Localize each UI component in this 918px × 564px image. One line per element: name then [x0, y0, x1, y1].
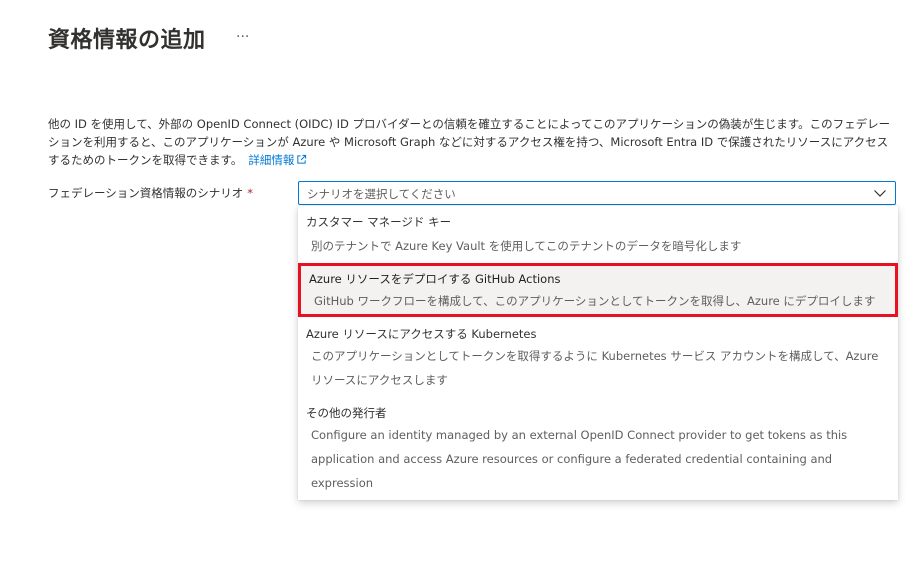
option-title: Azure リソースをデプロイする GitHub Actions	[309, 272, 561, 286]
option-title: その他の発行者	[306, 406, 387, 420]
scenario-dropdown-placeholder: シナリオを選択してください	[307, 187, 456, 201]
scenario-dropdown-list: カスタマー マネージド キー 別のテナントで Azure Key Vault を…	[298, 206, 898, 500]
option-description: このアプリケーションとしてトークンを取得するように Kubernetes サービ…	[311, 349, 879, 387]
learn-more-link[interactable]: 詳細情報	[248, 153, 307, 167]
scenario-dropdown[interactable]: シナリオを選択してください	[298, 181, 896, 205]
option-description: GitHub ワークフローを構成して、このアプリケーションとしてトークンを取得し…	[314, 294, 876, 308]
option-description: 別のテナントで Azure Key Vault を使用してこのテナントのデータを…	[311, 239, 742, 253]
option-title: カスタマー マネージド キー	[306, 215, 452, 229]
scenario-field-label: フェデレーション資格情報のシナリオ *	[48, 185, 253, 201]
chevron-down-icon	[874, 190, 886, 197]
description-body: 他の ID を使用して、外部の OpenID Connect (OIDC) ID…	[48, 117, 891, 167]
learn-more-label: 詳細情報	[248, 153, 295, 167]
option-github-actions[interactable]: Azure リソースをデプロイする GitHub Actions GitHub …	[298, 263, 898, 317]
more-options-button[interactable]: ···	[236, 30, 249, 44]
external-link-icon	[297, 154, 307, 164]
scenario-label-text: フェデレーション資格情報のシナリオ	[48, 186, 244, 200]
option-title: Azure リソースにアクセスする Kubernetes	[306, 327, 537, 341]
option-customer-managed-key[interactable]: カスタマー マネージド キー 別のテナントで Azure Key Vault を…	[298, 214, 898, 264]
description-text: 他の ID を使用して、外部の OpenID Connect (OIDC) ID…	[48, 115, 898, 169]
required-mark: *	[247, 186, 254, 200]
option-other-issuer[interactable]: その他の発行者 Configure an identity managed by…	[298, 405, 898, 497]
option-kubernetes[interactable]: Azure リソースにアクセスする Kubernetes このアプリケーションと…	[298, 326, 898, 392]
page-title: 資格情報の追加	[48, 28, 206, 53]
option-description: Configure an identity managed by an exte…	[311, 428, 848, 490]
